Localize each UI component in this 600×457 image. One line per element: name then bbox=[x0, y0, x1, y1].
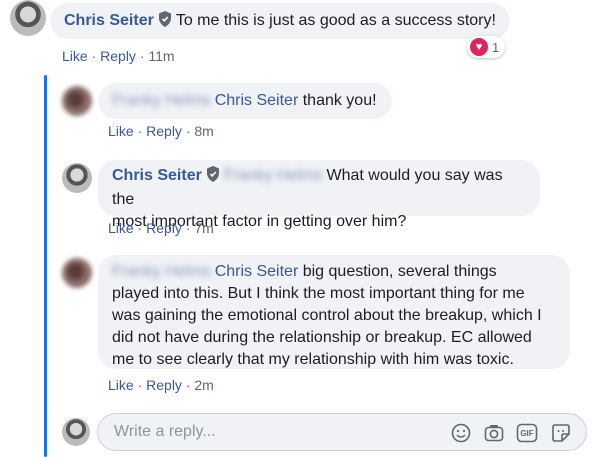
heart-icon: ♥ bbox=[470, 38, 488, 56]
reply-input[interactable]: Write a reply... GIF bbox=[97, 413, 587, 451]
reply-link[interactable]: Reply bbox=[146, 123, 182, 139]
timestamp[interactable]: 7m bbox=[194, 220, 213, 236]
mention[interactable]: Chris Seiter bbox=[215, 92, 299, 109]
reply-text-line: was gaining the emotional control about … bbox=[112, 307, 542, 324]
like-link[interactable]: Like bbox=[62, 48, 88, 64]
mention[interactable]: Franky Helms bbox=[224, 165, 323, 187]
timestamp[interactable]: 8m bbox=[194, 123, 213, 139]
mention[interactable]: Chris Seiter bbox=[215, 263, 299, 280]
sticker-icon[interactable] bbox=[550, 422, 572, 444]
camera-icon[interactable] bbox=[483, 422, 505, 444]
avatar-chris-seiter[interactable] bbox=[10, 0, 46, 36]
reply-text-line: me to see clearly that my relationship w… bbox=[112, 351, 514, 368]
thread-line bbox=[44, 75, 47, 457]
avatar-chris-seiter[interactable] bbox=[62, 163, 92, 193]
reply-link[interactable]: Reply bbox=[146, 220, 182, 236]
reply-author[interactable]: Franky Helms bbox=[112, 90, 211, 112]
reply-bubble: Chris Seiter Franky Helms What would you s… bbox=[98, 160, 540, 230]
reply-actions: Like · Reply · 7m bbox=[108, 220, 214, 236]
avatar-current-user bbox=[62, 418, 90, 446]
reaction-count: 1 bbox=[492, 39, 500, 55]
reply-author[interactable]: Chris Seiter bbox=[112, 167, 202, 184]
reply-text-line: big question, several things bbox=[302, 263, 497, 280]
reply-text: thank you! bbox=[302, 92, 377, 109]
comment-actions: Like · Reply · 11m bbox=[62, 48, 175, 64]
reply-author[interactable]: Franky Helms bbox=[112, 261, 211, 283]
like-link[interactable]: Like bbox=[108, 377, 134, 393]
comment-author[interactable]: Chris Seiter bbox=[64, 12, 154, 29]
reply-bubble: Franky Helms Chris Seiter thank you! bbox=[98, 83, 392, 119]
reply-actions: Like · Reply · 8m bbox=[108, 123, 214, 139]
reply-placeholder: Write a reply... bbox=[114, 423, 216, 440]
reply-bubble: Franky Helms Chris Seiter big question, s… bbox=[98, 255, 570, 369]
reaction-count-badge[interactable]: ♥ 1 bbox=[467, 36, 506, 58]
gif-icon[interactable]: GIF bbox=[516, 422, 538, 444]
emoji-icon[interactable] bbox=[450, 422, 472, 444]
comment-text: To me this is just as good as a success … bbox=[175, 12, 496, 29]
shield-icon bbox=[206, 166, 220, 189]
timestamp[interactable]: 2m bbox=[194, 377, 213, 393]
reply-link[interactable]: Reply bbox=[146, 377, 182, 393]
shield-icon bbox=[158, 11, 172, 34]
gif-label: GIF bbox=[520, 428, 534, 438]
reply-actions: Like · Reply · 2m bbox=[108, 377, 214, 393]
comment-bubble: Chris Seiter To me this is just as good a… bbox=[50, 3, 510, 39]
like-link[interactable]: Like bbox=[108, 220, 134, 236]
avatar-franky-helms[interactable] bbox=[62, 86, 92, 116]
avatar-franky-helms[interactable] bbox=[62, 258, 92, 288]
reply-text-line: played into this. But I think the most i… bbox=[112, 285, 525, 302]
reply-text-line: did not have during the relationship or … bbox=[112, 329, 532, 346]
timestamp[interactable]: 11m bbox=[148, 48, 174, 64]
reply-link[interactable]: Reply bbox=[100, 48, 136, 64]
like-link[interactable]: Like bbox=[108, 123, 134, 139]
